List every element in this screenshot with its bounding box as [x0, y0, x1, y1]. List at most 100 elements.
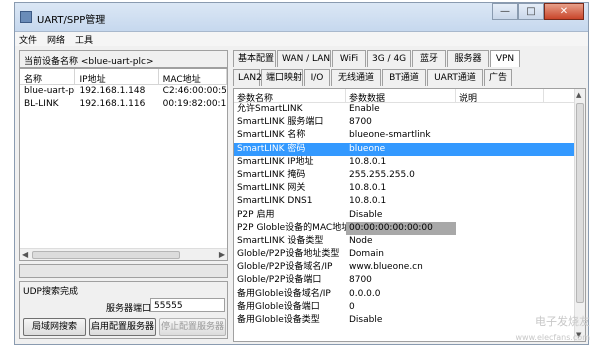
parameter-name: P2P Globle设备的MAC地址: [237, 222, 346, 233]
parameter-row[interactable]: SmartLINK 设备类型 Node: [234, 235, 585, 248]
parameter-row[interactable]: 备用Globle设备端口 0: [234, 301, 585, 314]
parameter-row[interactable]: SmartLINK 掩码 255.255.255.0: [234, 169, 585, 182]
parameter-value[interactable]: 00:00:00:00:00:00: [346, 221, 456, 235]
tab-3g-4g[interactable]: 3G / 4G: [367, 50, 411, 67]
lan-search-button[interactable]: 局域网搜索: [23, 318, 86, 336]
tab-port-mapping[interactable]: 端口映射: [261, 69, 303, 86]
tab-wifi[interactable]: WiFi: [332, 50, 366, 67]
tab-bt-channel[interactable]: BT通道: [382, 69, 426, 86]
tab-basic-config[interactable]: 基本配置: [233, 50, 276, 67]
app-icon: [20, 11, 32, 23]
column-description[interactable]: 说明: [456, 89, 544, 104]
device-panel: 当前设备名称 <blue-uart-plc> 名称 IP地址 MAC地址 blu…: [19, 50, 228, 340]
parameter-name: SmartLINK 掩码: [237, 169, 306, 180]
tab-vpn[interactable]: VPN: [490, 50, 520, 67]
stop-config-server-button[interactable]: 停止配置服务器: [159, 318, 226, 336]
parameter-grid-body: 允许SmartLINK Enable SmartLINK 服务端口 8700 Smart…: [234, 103, 585, 327]
parameter-value[interactable]: 0: [346, 301, 456, 314]
column-param-data[interactable]: 参数数据: [346, 89, 456, 104]
parameter-value[interactable]: www.blueone.cn: [346, 261, 456, 274]
column-ip[interactable]: IP地址: [75, 69, 159, 84]
parameter-name: P2P 启用: [237, 209, 275, 220]
parameter-description: [456, 301, 544, 314]
tab-uart-channel[interactable]: UART通道: [427, 69, 483, 86]
parameter-row[interactable]: SmartLINK 服务端口 8700: [234, 116, 585, 129]
parameter-row[interactable]: Globle/P2P设备地址类型 Domain: [234, 248, 585, 261]
menu-network[interactable]: 网络: [47, 33, 65, 46]
device-ip: 192.168.1.148: [79, 86, 146, 96]
menu-file[interactable]: 文件: [19, 33, 37, 46]
scroll-thumb[interactable]: [576, 103, 584, 303]
device-row[interactable]: BL-LINK 192.168.1.116 00:19:82:00:1: [20, 98, 227, 111]
parameter-row[interactable]: SmartLINK IP地址 10.8.0.1: [234, 156, 585, 169]
device-name: blue-uart-plc: [24, 86, 75, 96]
minimize-button[interactable]: —: [492, 3, 518, 20]
parameter-value[interactable]: 0.0.0.0: [346, 288, 456, 301]
parameter-name: SmartLINK IP地址: [237, 156, 314, 167]
parameter-value[interactable]: 10.8.0.1: [346, 156, 456, 169]
parameter-value[interactable]: Domain: [346, 248, 456, 261]
column-param-name[interactable]: 参数名称: [234, 89, 346, 104]
vertical-scrollbar[interactable]: ▲ ▼: [574, 89, 585, 341]
horizontal-scrollbar[interactable]: ◀ ▶: [20, 248, 227, 260]
tab-bluetooth[interactable]: 蓝牙: [412, 50, 446, 67]
parameter-row[interactable]: P2P Globle设备的MAC地址 00:00:00:00:00:00: [234, 221, 585, 235]
start-config-server-button[interactable]: 启用配置服务器: [89, 318, 156, 336]
parameter-value[interactable]: 255.255.255.0: [346, 169, 456, 182]
parameter-value[interactable]: 8700: [346, 116, 456, 129]
parameter-row[interactable]: 备用Globle设备域名/IP 0.0.0.0: [234, 288, 585, 301]
column-mac[interactable]: MAC地址: [159, 69, 227, 84]
parameter-value[interactable]: blueone: [346, 143, 456, 156]
parameter-value[interactable]: Disable: [346, 314, 456, 327]
tab-io[interactable]: I/O: [304, 69, 330, 86]
parameter-grid-header: 参数名称 参数数据 说明: [234, 89, 585, 104]
scroll-thumb[interactable]: [32, 251, 180, 259]
device-mac: C2:46:00:00:5: [162, 86, 227, 96]
parameter-description: [456, 274, 544, 287]
parameter-value[interactable]: Node: [346, 235, 456, 248]
progress-bar: [19, 264, 228, 278]
scroll-right-icon[interactable]: ▶: [219, 250, 225, 259]
scroll-up-icon[interactable]: ▲: [576, 91, 581, 99]
tab-advertising[interactable]: 广告: [484, 69, 512, 86]
parameter-row[interactable]: 备用Globle设备类型 Disable: [234, 314, 585, 327]
parameter-row[interactable]: 允许SmartLINK Enable: [234, 103, 585, 116]
tab-lan2[interactable]: LAN2: [233, 69, 262, 86]
parameter-row[interactable]: SmartLINK 网关 10.8.0.1: [234, 182, 585, 195]
window-title: UART/SPP管理: [37, 15, 106, 26]
parameter-row[interactable]: Globle/P2P设备端口 8700: [234, 274, 585, 287]
maximize-button[interactable]: □: [518, 3, 544, 20]
parameter-row[interactable]: SmartLINK 名称 blueone-smartlink: [234, 129, 585, 142]
parameter-value[interactable]: 10.8.0.1: [346, 195, 456, 208]
parameter-value[interactable]: 10.8.0.1: [346, 182, 456, 195]
parameter-grid[interactable]: 参数名称 参数数据 说明 允许SmartLINK Enable SmartLINK …: [233, 88, 586, 342]
device-list[interactable]: 名称 IP地址 MAC地址 blue-uart-plc 192.168.1.14…: [19, 68, 228, 261]
tab-wan-lan[interactable]: WAN / LAN: [277, 50, 331, 67]
menu-tools[interactable]: 工具: [75, 33, 93, 46]
title-bar[interactable]: UART/SPP管理 — □ ✕: [15, 3, 588, 32]
parameter-value[interactable]: 8700: [346, 274, 456, 287]
parameter-description: [456, 143, 544, 156]
parameter-value[interactable]: Enable: [346, 103, 456, 116]
column-name[interactable]: 名称: [20, 69, 76, 84]
parameter-row[interactable]: Globle/P2P设备域名/IP www.blueone.cn: [234, 261, 585, 274]
app-window: UART/SPP管理 — □ ✕ 文件 网络 工具 当前设备名称 <blue-u…: [14, 2, 589, 345]
close-button[interactable]: ✕: [544, 3, 584, 20]
tab-wireless-channel[interactable]: 无线通道: [331, 69, 381, 86]
scroll-left-icon[interactable]: ◀: [22, 250, 28, 259]
parameter-row[interactable]: P2P 启用 Disable: [234, 209, 585, 222]
watermark-logo-text: 电子发烧友: [535, 315, 590, 328]
parameter-description: [456, 156, 544, 169]
device-name: BL-LINK: [24, 99, 59, 109]
server-port-input[interactable]: 55555: [150, 298, 225, 312]
parameter-value[interactable]: blueone-smartlink: [346, 129, 456, 142]
tab-server[interactable]: 服务器: [447, 50, 489, 67]
parameter-row[interactable]: SmartLINK DNS1 10.8.0.1: [234, 195, 585, 208]
parameter-description: [456, 129, 544, 142]
parameter-row[interactable]: SmartLINK 密码 blueone: [234, 142, 585, 156]
tab-row-1: 基本配置 WAN / LAN WiFi 3G / 4G 蓝牙 服务器 VPN: [233, 50, 521, 67]
parameter-name: 备用Globle设备端口: [237, 301, 320, 312]
device-row[interactable]: blue-uart-plc 192.168.1.148 C2:46:00:00:…: [20, 85, 227, 98]
parameter-value[interactable]: Disable: [346, 209, 456, 222]
parameter-description: [456, 116, 544, 129]
